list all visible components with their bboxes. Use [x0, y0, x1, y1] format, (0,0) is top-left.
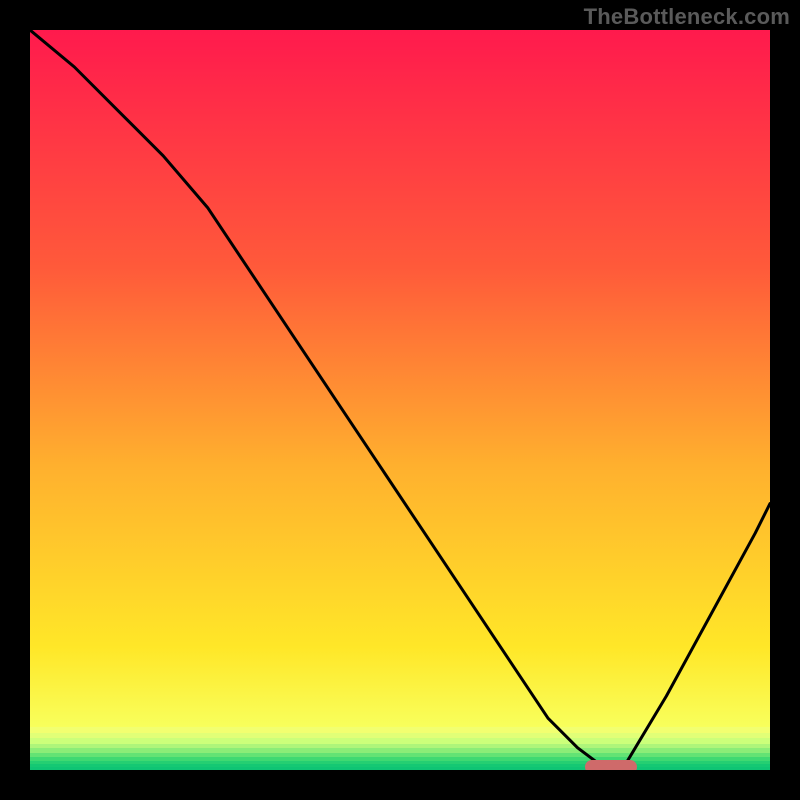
- bottleneck-curve: [30, 30, 770, 770]
- plot-area: [30, 30, 770, 770]
- watermark-text: TheBottleneck.com: [584, 4, 790, 30]
- optimal-range-marker: [585, 760, 637, 770]
- chart-frame: TheBottleneck.com: [0, 0, 800, 800]
